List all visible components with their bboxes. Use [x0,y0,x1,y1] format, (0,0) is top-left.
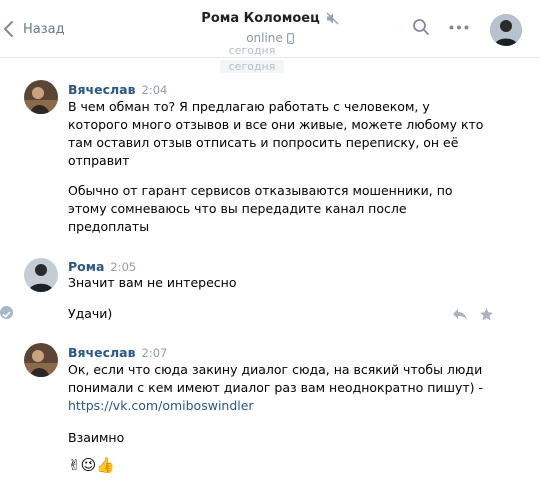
message-author[interactable]: Вячеслав [68,82,136,97]
chevron-left-icon [4,21,13,37]
online-status: online [246,31,283,45]
back-button[interactable]: Назад [0,14,65,44]
date-divider-label: сегодня [228,44,276,57]
avatar[interactable] [24,258,58,292]
profile-link[interactable]: https://vk.com/omiboswindler [68,398,254,413]
chat-title[interactable]: Рома Коломоец [201,11,319,26]
avatar[interactable] [24,80,58,114]
message-text: Удачи) [68,306,113,321]
message-author[interactable]: Вячеслав [68,345,136,360]
reply-icon[interactable] [452,308,468,321]
avatar[interactable] [24,343,58,377]
message-time[interactable]: 2:05 [110,260,136,274]
checkmark-icon [2,311,11,318]
mobile-phone-icon [286,32,294,44]
message-text: Взаимно [68,430,125,445]
date-divider: сегодня сегодня [220,44,284,73]
avatar-photo [24,80,58,114]
message-author[interactable]: Рома [68,259,104,274]
message-select-checkbox[interactable] [0,306,13,319]
avatar-photo [24,343,58,377]
avatar-photo [24,258,58,292]
star-icon[interactable] [479,307,494,322]
message-time[interactable]: 2:04 [142,83,168,97]
message-text: Значит вам не интересно [68,275,237,290]
emoji-message: ✌😉👍 [68,456,115,474]
message-link: https://vk.com/omiboswindler [68,397,488,415]
chat-title-block[interactable]: Рома Коломоец online [190,11,350,45]
companion-avatar[interactable] [490,14,522,46]
more-options-icon[interactable] [449,25,469,30]
search-icon[interactable] [412,18,430,36]
muted-icon [326,12,339,25]
message-text: Обычно от гарант сервисов отказываются м… [68,183,453,234]
message-time[interactable]: 2:07 [142,346,168,360]
back-label: Назад [23,21,65,37]
date-divider-label-sticky: сегодня [220,60,284,73]
message-text: Ок, если что сюда закину диалог сюда, на… [68,362,484,395]
avatar-photo [490,14,522,46]
message-text: В чем обман то? Я предлагаю работать с ч… [68,99,484,168]
